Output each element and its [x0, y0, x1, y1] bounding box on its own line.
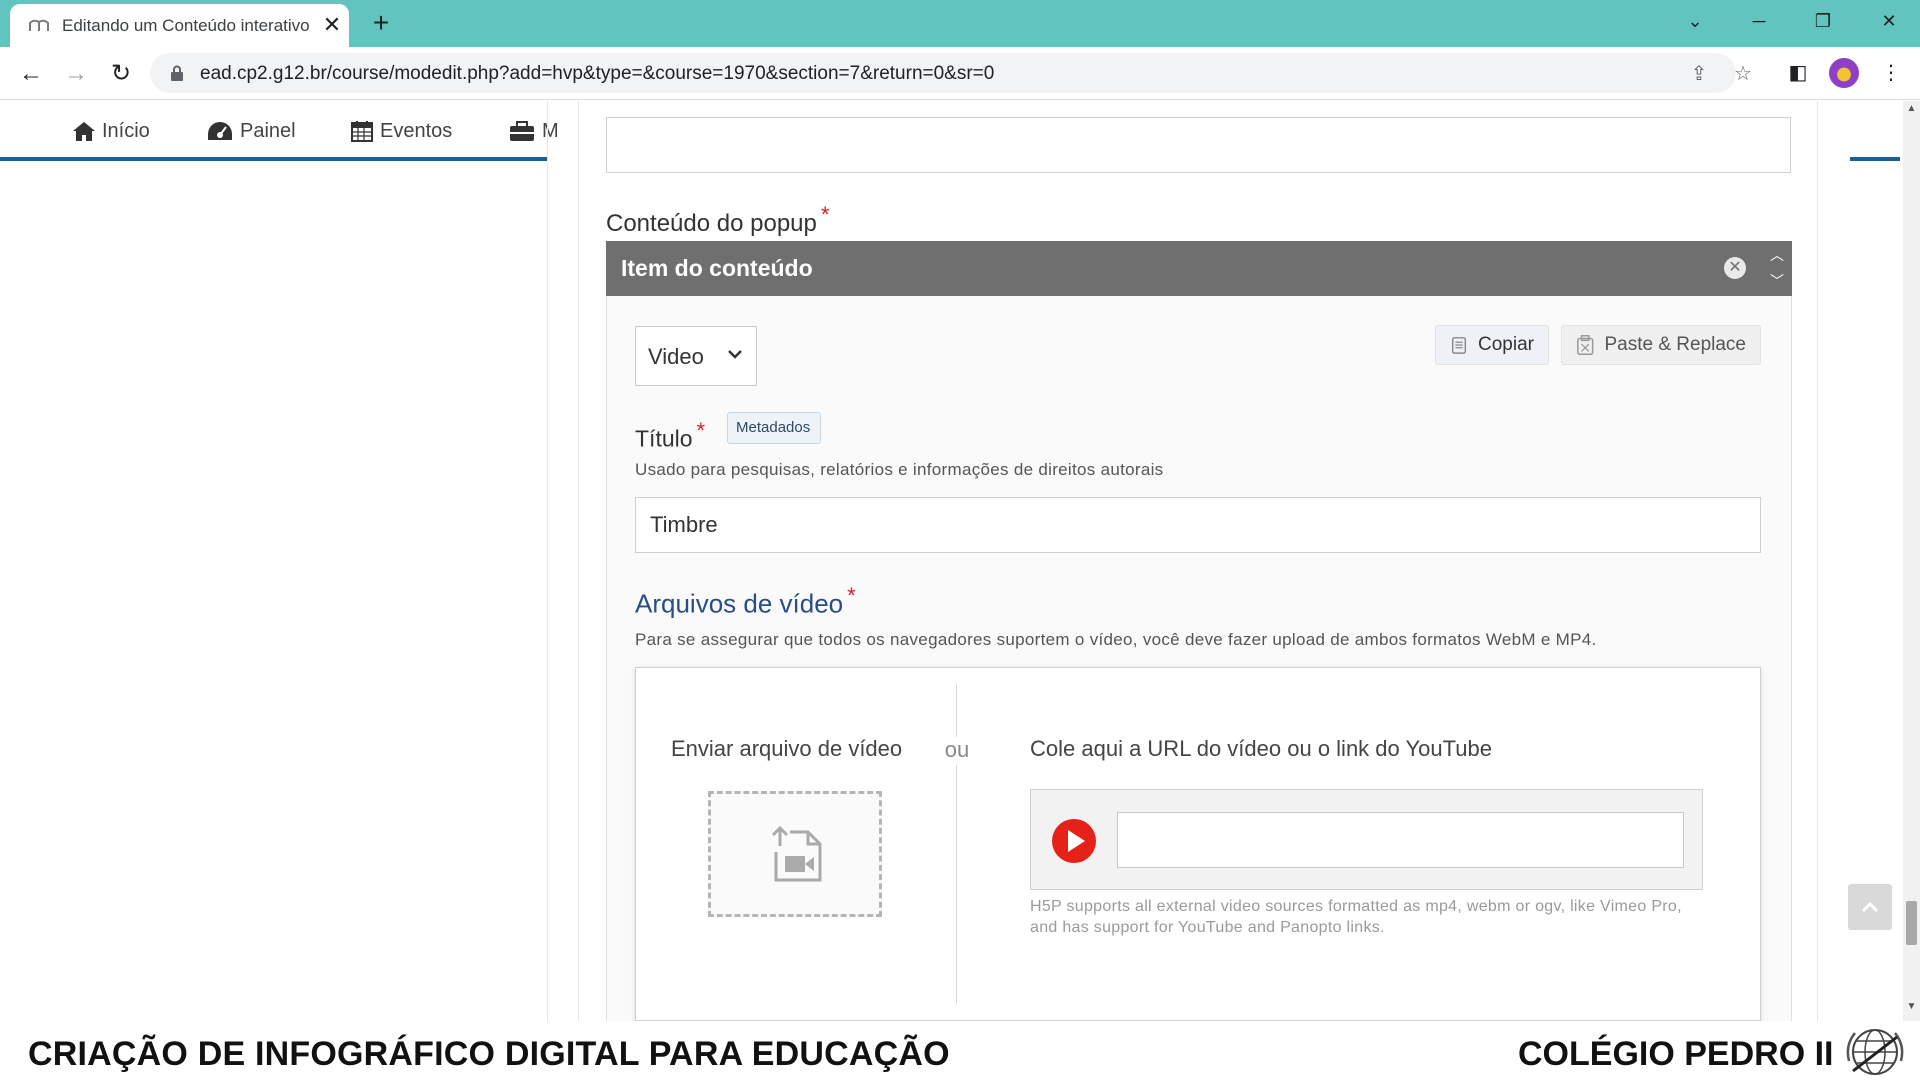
chevron-down-icon — [728, 350, 742, 359]
video-url-hint: H5P supports all external video sources … — [1030, 898, 1682, 936]
titulo-label: Título * — [635, 418, 705, 453]
course-title-caption: CRIAÇÃO DE INFOGRÁFICO DIGITAL PARA EDUC… — [28, 1035, 950, 1073]
side-panel-icon[interactable]: ◧ — [1782, 57, 1814, 89]
close-tab-icon[interactable]: ✕ — [318, 11, 346, 39]
or-divider-line — [956, 684, 957, 1004]
page-scrollbar[interactable]: ▲ ▼ — [1903, 101, 1920, 1021]
nav-item-painel[interactable]: Painel — [206, 117, 296, 145]
reload-icon[interactable]: ↻ — [104, 57, 138, 91]
move-up-icon[interactable]: ︿ — [1766, 245, 1788, 265]
metadata-button[interactable]: Metadados — [727, 412, 822, 444]
video-url-box — [1030, 789, 1703, 890]
back-icon[interactable]: ← — [14, 57, 48, 91]
scroll-down-arrow-icon[interactable]: ▼ — [1903, 1001, 1920, 1017]
menu-kebab-icon[interactable]: ⋮ — [1875, 57, 1907, 89]
titulo-input-field[interactable] — [636, 498, 1760, 552]
titulo-label-text: Título — [635, 425, 693, 452]
browser-tab[interactable]: Editando um Conteúdo interativo ✕ — [10, 4, 349, 47]
close-window-icon[interactable]: ✕ — [1872, 6, 1906, 36]
tab-title: Editando um Conteúdo interativo — [62, 16, 310, 35]
share-icon[interactable]: ⇪ — [1686, 61, 1712, 87]
nav-item-more[interactable]: M — [508, 117, 559, 145]
nav-item-eventos[interactable]: Eventos — [350, 117, 452, 145]
moodle-favicon-icon — [29, 19, 49, 31]
paste-label: Paste & Replace — [1604, 334, 1746, 355]
scroll-to-top-button[interactable] — [1848, 884, 1892, 930]
video-url-input[interactable] — [1117, 812, 1684, 868]
nav-label: M — [542, 119, 559, 142]
titulo-description: Usado para pesquisas, relatórios e infor… — [635, 460, 1164, 479]
navbar-accent — [1850, 157, 1900, 161]
copy-button[interactable]: Copiar — [1435, 325, 1549, 365]
browser-tab-bar: Editando um Conteúdo interativo ✕ + ⌄ ─ … — [0, 0, 1920, 47]
bookmark-star-icon[interactable]: ☆ — [1730, 61, 1756, 87]
remove-item-icon[interactable]: ✕ — [1724, 257, 1746, 279]
upload-video-label: Enviar arquivo de vídeo — [671, 736, 903, 761]
content-type-select[interactable]: Video — [635, 326, 757, 386]
browser-toolbar: ← → ↻ ead.cp2.g12.br/course/modedit.php?… — [0, 47, 1920, 100]
nav-label: Eventos — [380, 119, 453, 142]
or-text: ou — [940, 737, 974, 765]
move-down-icon[interactable]: ﹀ — [1766, 271, 1788, 291]
youtube-play-icon — [1052, 819, 1096, 863]
lock-icon — [171, 65, 183, 81]
address-bar[interactable]: ead.cp2.g12.br/course/modedit.php?add=hv… — [150, 53, 1752, 93]
nav-label: Painel — [240, 119, 296, 142]
popup-content-label: Conteúdo do popup * — [606, 202, 829, 238]
copy-icon — [1451, 337, 1467, 354]
scroll-up-arrow-icon[interactable]: ▲ — [1903, 103, 1920, 119]
required-mark: * — [696, 418, 706, 443]
scrollbar-thumb[interactable] — [1906, 901, 1917, 945]
required-mark: * — [820, 202, 830, 227]
calendar-icon — [351, 121, 373, 142]
dashboard-icon — [208, 122, 232, 140]
restore-icon[interactable]: ❐ — [1806, 6, 1840, 36]
nav-label: Início — [102, 119, 150, 142]
popup-content-label-text: Conteúdo do popup — [606, 210, 817, 237]
nav-item-inicio[interactable]: Início — [72, 117, 150, 145]
video-files-label-text: Arquivos de vídeo — [635, 588, 844, 619]
video-url-field[interactable] — [1118, 813, 1683, 867]
video-footer-banner: CRIAÇÃO DE INFOGRÁFICO DIGITAL PARA EDUC… — [0, 1021, 1920, 1080]
url-text: ead.cp2.g12.br/course/modedit.php?add=hv… — [200, 63, 995, 84]
forward-icon[interactable]: → — [59, 57, 93, 91]
school-crest-icon — [1846, 1029, 1904, 1075]
school-name-caption: COLÉGIO PEDRO II — [1518, 1035, 1834, 1073]
briefcase-icon — [510, 121, 534, 141]
profile-avatar[interactable] — [1829, 58, 1859, 88]
tab-search-icon[interactable]: ⌄ — [1678, 6, 1712, 36]
home-icon — [73, 122, 95, 141]
upload-video-dropzone[interactable] — [708, 791, 882, 917]
required-mark: * — [847, 583, 856, 608]
chevron-up-icon — [1861, 901, 1879, 913]
paste-icon — [1577, 335, 1594, 355]
content-type-value: Video — [648, 344, 704, 369]
new-tab-button[interactable]: + — [366, 8, 396, 38]
upload-video-icon — [771, 825, 822, 882]
column-divider — [547, 101, 548, 1021]
minimize-icon[interactable]: ─ — [1742, 6, 1776, 36]
previous-field-input[interactable] — [606, 117, 1791, 173]
site-navbar: Início Painel Eventos M — [0, 101, 559, 161]
video-url-label: Cole aqui a URL do vídeo ou o link do Yo… — [1030, 736, 1492, 761]
video-files-label: Arquivos de vídeo * — [635, 583, 856, 620]
content-item-title: Item do conteúdo — [621, 255, 813, 281]
paste-replace-button[interactable]: Paste & Replace — [1561, 325, 1761, 365]
content-item-header[interactable]: Item do conteúdo ✕ ︿ ﹀ — [606, 241, 1792, 296]
titulo-input[interactable] — [635, 497, 1761, 553]
video-files-description: Para se assegurar que todos os navegador… — [635, 630, 1597, 649]
copy-label: Copiar — [1478, 334, 1534, 355]
